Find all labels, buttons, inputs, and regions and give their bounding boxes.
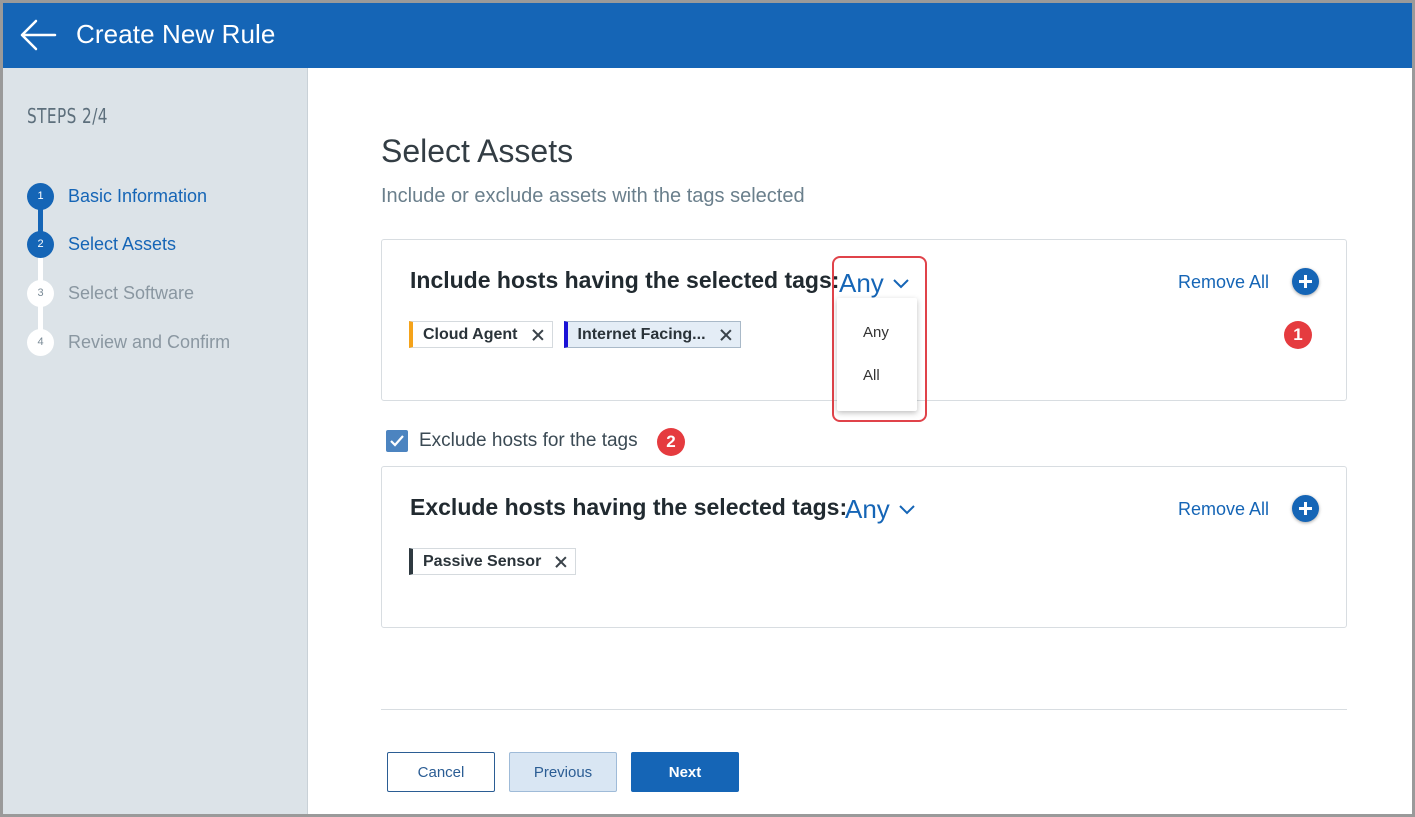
exclude-match-value: Any [845,494,890,524]
tag-chip: Internet Facing... [563,321,741,348]
step-label: Select Assets [68,233,177,254]
chevron-down-icon [899,504,915,514]
tag-chip: Cloud Agent [409,321,553,348]
cancel-button[interactable]: Cancel [387,752,495,792]
next-button[interactable]: Next [631,752,739,792]
close-icon[interactable] [555,556,567,568]
match-dropdown-menu: Any All [837,298,917,411]
dropdown-option-all[interactable]: All [863,367,880,384]
tag-label: Cloud Agent [423,325,518,343]
exclude-heading: Exclude hosts having the selected tags: [410,494,848,520]
checkmark-icon [390,435,404,447]
step-number: 3 [27,279,54,307]
footer-divider [381,709,1347,710]
step-label: Basic Information [68,185,208,206]
step-number: 4 [27,328,54,356]
exclude-hosts-checkbox[interactable] [386,430,408,452]
step-review-and-confirm[interactable]: 4 Review and Confirm [27,327,230,357]
step-number: 1 [27,182,54,210]
include-tag-list: Cloud Agent Internet Facing... [409,321,741,348]
page-title: Select Assets [381,133,574,169]
arrow-left-icon[interactable] [18,17,58,53]
exclude-add-tag-button[interactable] [1292,495,1319,522]
include-add-tag-button[interactable] [1292,268,1319,295]
step-number: 2 [27,230,54,258]
step-label: Select Software [68,282,195,303]
exclude-hosts-label: Exclude hosts for the tags [419,430,638,451]
callout-badge-1: 1 [1284,321,1312,349]
step-select-assets[interactable]: 2 Select Assets [27,229,176,259]
steps-counter: STEPS 2/4 [27,104,108,128]
dropdown-option-any[interactable]: Any [863,324,889,341]
step-basic-information[interactable]: 1 Basic Information [27,181,207,211]
include-remove-all-link[interactable]: Remove All [1178,272,1269,293]
step-select-software[interactable]: 3 Select Software [27,278,194,308]
app-header: Create New Rule [3,3,1412,68]
steps-sidebar: STEPS 2/4 1 Basic Information 2 Select A… [3,68,308,814]
tag-label: Internet Facing... [577,325,706,343]
close-icon[interactable] [532,329,544,341]
page-header-title: Create New Rule [76,19,276,49]
exclude-match-select[interactable]: Any [845,494,915,525]
exclude-remove-all-link[interactable]: Remove All [1178,499,1269,520]
exclude-tag-list: Passive Sensor [409,548,577,575]
close-icon[interactable] [720,329,732,341]
tag-label: Passive Sensor [423,552,542,570]
page-subtitle: Include or exclude assets with the tags … [381,185,805,207]
tag-chip: Passive Sensor [409,548,577,575]
callout-badge-2: 2 [657,428,685,456]
exclude-tags-card: Exclude hosts having the selected tags: … [381,466,1347,628]
include-heading: Include hosts having the selected tags: [410,267,840,293]
previous-button[interactable]: Previous [509,752,617,792]
step-label: Review and Confirm [68,331,231,352]
